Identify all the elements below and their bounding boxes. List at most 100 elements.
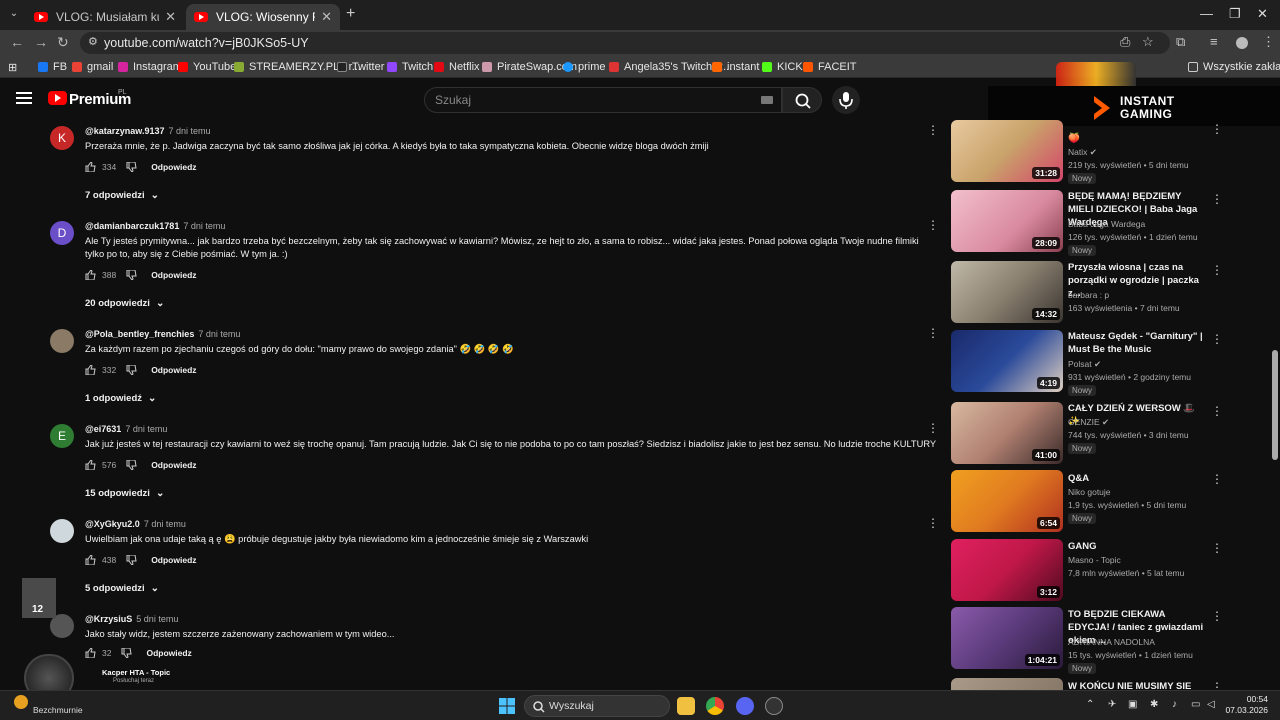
extensions-icon[interactable]: ⧉: [1176, 34, 1185, 50]
close-tab-icon[interactable]: ✕: [165, 9, 176, 25]
video-title[interactable]: 🍑: [1068, 132, 1208, 145]
close-window-icon[interactable]: ✕: [1257, 6, 1268, 22]
like-icon[interactable]: [85, 270, 96, 280]
bookmark-prime[interactable]: prime: [563, 60, 606, 74]
tab-search-icon[interactable]: ⌄: [6, 6, 22, 22]
steam-icon[interactable]: [765, 697, 783, 715]
chrome-icon[interactable]: [706, 697, 724, 715]
weather-icon[interactable]: [14, 695, 28, 709]
video-menu-icon[interactable]: ⋮: [1211, 541, 1223, 555]
video-channel[interactable]: ADRIANNA NADOLNA: [1068, 637, 1155, 647]
minimize-icon[interactable]: —: [1200, 6, 1213, 21]
comment-date[interactable]: 7 dni temu: [125, 424, 167, 434]
profile-avatar[interactable]: [1236, 37, 1248, 49]
tray-gamepad-icon[interactable]: ▣: [1128, 699, 1137, 710]
bookmark-twitch[interactable]: Twitch: [387, 60, 433, 74]
tray-network-icon[interactable]: ▭: [1191, 699, 1200, 710]
bookmark-fb[interactable]: FB: [38, 60, 67, 74]
view-replies-button[interactable]: 5 odpowiedzi ⌄: [85, 583, 159, 594]
bookmark-kick[interactable]: KICK: [762, 60, 803, 74]
video-thumbnail[interactable]: 31:28: [951, 120, 1063, 182]
browser-menu-icon[interactable]: ⋮: [1262, 34, 1275, 50]
scrollbar-thumb[interactable]: [1272, 350, 1278, 460]
avatar[interactable]: K: [50, 126, 74, 150]
url-bar[interactable]: ⚙ youtube.com/watch?v=jB0JKSo5-UY ⎙ ☆: [80, 32, 1170, 54]
view-replies-button[interactable]: 15 odpowiedzi ⌄: [85, 488, 164, 499]
dislike-icon[interactable]: [121, 648, 133, 658]
close-tab-icon[interactable]: ✕: [321, 9, 332, 25]
reply-button[interactable]: Odpowiedz: [151, 365, 196, 375]
media-control-icon[interactable]: ≡: [1210, 34, 1218, 49]
video-menu-icon[interactable]: ⋮: [1211, 332, 1223, 346]
all-bookmarks-folder[interactable]: Wszystkie zakładki: [1188, 60, 1280, 74]
comment-date[interactable]: 7 dni temu: [169, 126, 211, 136]
video-thumbnail[interactable]: 28:09: [951, 190, 1063, 252]
bookmark-twitter[interactable]: Twitter: [337, 60, 384, 74]
restore-icon[interactable]: ❐: [1229, 6, 1241, 22]
video-channel[interactable]: Niko gotuje: [1068, 487, 1111, 497]
youtube-logo-icon[interactable]: [48, 91, 67, 105]
video-channel[interactable]: Polsat ✔: [1068, 359, 1101, 370]
forward-icon[interactable]: →: [34, 34, 48, 50]
video-channel[interactable]: Masno - Topic: [1068, 555, 1121, 565]
video-title[interactable]: Q&A: [1068, 472, 1208, 485]
discord-icon[interactable]: [736, 697, 754, 715]
browser-tab[interactable]: VLOG: Musiałam kupić drugi ro ✕: [26, 4, 184, 30]
video-menu-icon[interactable]: ⋮: [1211, 472, 1223, 486]
recommended-video[interactable]: 4:19 Mateusz Gędek - "Garnitury" | Must …: [951, 330, 1261, 396]
video-thumbnail[interactable]: 6:54: [951, 470, 1063, 532]
taskbar-search-box[interactable]: Wyszukaj: [524, 695, 670, 717]
page-scrollbar[interactable]: [1270, 120, 1280, 690]
recommended-video[interactable]: 3:12 GANG Masno - Topic 7,8 mln wyświetl…: [951, 539, 1261, 603]
install-app-icon[interactable]: ⎙: [1120, 34, 1130, 50]
search-input[interactable]: Szukaj: [424, 87, 782, 113]
comment-date[interactable]: 7 dni temu: [198, 329, 240, 339]
video-title[interactable]: Mateusz Gędek - "Garnitury" | Must Be th…: [1068, 330, 1208, 356]
comment-date[interactable]: 7 dni temu: [144, 519, 186, 529]
comment-menu-icon[interactable]: ⋮: [927, 219, 939, 231]
video-channel[interactable]: barbara : p: [1068, 290, 1109, 300]
video-menu-icon[interactable]: ⋮: [1211, 263, 1223, 277]
reply-button[interactable]: Odpowiedz: [151, 460, 196, 470]
comment-menu-icon[interactable]: ⋮: [927, 422, 939, 434]
dislike-icon[interactable]: [126, 555, 137, 565]
comment-date[interactable]: 7 dni temu: [183, 221, 225, 231]
reload-icon[interactable]: ↻: [57, 34, 69, 51]
browser-tab-active[interactable]: VLOG: Wiosenny Reset Pokoju ✕: [186, 4, 340, 30]
view-replies-button[interactable]: 1 odpowiedź ⌄: [85, 393, 156, 404]
comment-author[interactable]: @katarzynaw.9137: [85, 126, 165, 136]
video-menu-icon[interactable]: ⋮: [1211, 122, 1223, 136]
video-thumbnail[interactable]: 4:19: [951, 330, 1063, 392]
video-thumbnail[interactable]: 3:12: [951, 539, 1063, 601]
keyboard-icon[interactable]: [761, 96, 773, 104]
guide-menu-icon[interactable]: [16, 92, 32, 104]
video-menu-icon[interactable]: ⋮: [1211, 404, 1223, 418]
bookmark-instant[interactable]: instant: [712, 60, 759, 74]
recommended-video[interactable]: 1:04:21 TO BĘDZIE CIEKAWA EDYCJA! / tani…: [951, 607, 1261, 674]
comment-author[interactable]: @KrzysiuS: [85, 614, 132, 624]
search-button[interactable]: [782, 87, 822, 113]
avatar[interactable]: D: [50, 221, 74, 245]
voice-search-button[interactable]: [832, 86, 860, 114]
bookmark-gmail[interactable]: gmail: [72, 60, 113, 74]
like-icon[interactable]: [85, 555, 96, 565]
recommended-video[interactable]: 14:32 Przyszła wiosna | czas na porządki…: [951, 261, 1261, 325]
video-thumbnail[interactable]: 14:32: [951, 261, 1063, 323]
view-replies-button[interactable]: 20 odpowiedzi ⌄: [85, 298, 164, 309]
site-info-icon[interactable]: ⚙: [88, 35, 98, 48]
video-thumbnail[interactable]: 1:04:21: [951, 607, 1063, 669]
bookmark-instagram[interactable]: Instagram: [118, 60, 182, 74]
comment-author[interactable]: @ei7631: [85, 424, 121, 434]
bookmark-netflix[interactable]: Netflix: [434, 60, 480, 74]
dislike-icon[interactable]: [126, 460, 137, 470]
video-thumbnail[interactable]: [951, 678, 1063, 690]
avatar[interactable]: [50, 329, 74, 353]
back-icon[interactable]: ←: [10, 34, 24, 50]
video-channel[interactable]: GENZIE ✔: [1068, 417, 1109, 428]
tray-overflow-icon[interactable]: ⌃: [1086, 699, 1094, 710]
file-explorer-icon[interactable]: [677, 697, 695, 715]
comment-menu-icon[interactable]: ⋮: [927, 327, 939, 339]
tray-bluetooth-icon[interactable]: ✱: [1150, 699, 1158, 710]
new-tab-icon[interactable]: +: [346, 6, 355, 22]
video-menu-icon[interactable]: ⋮: [1211, 609, 1223, 623]
